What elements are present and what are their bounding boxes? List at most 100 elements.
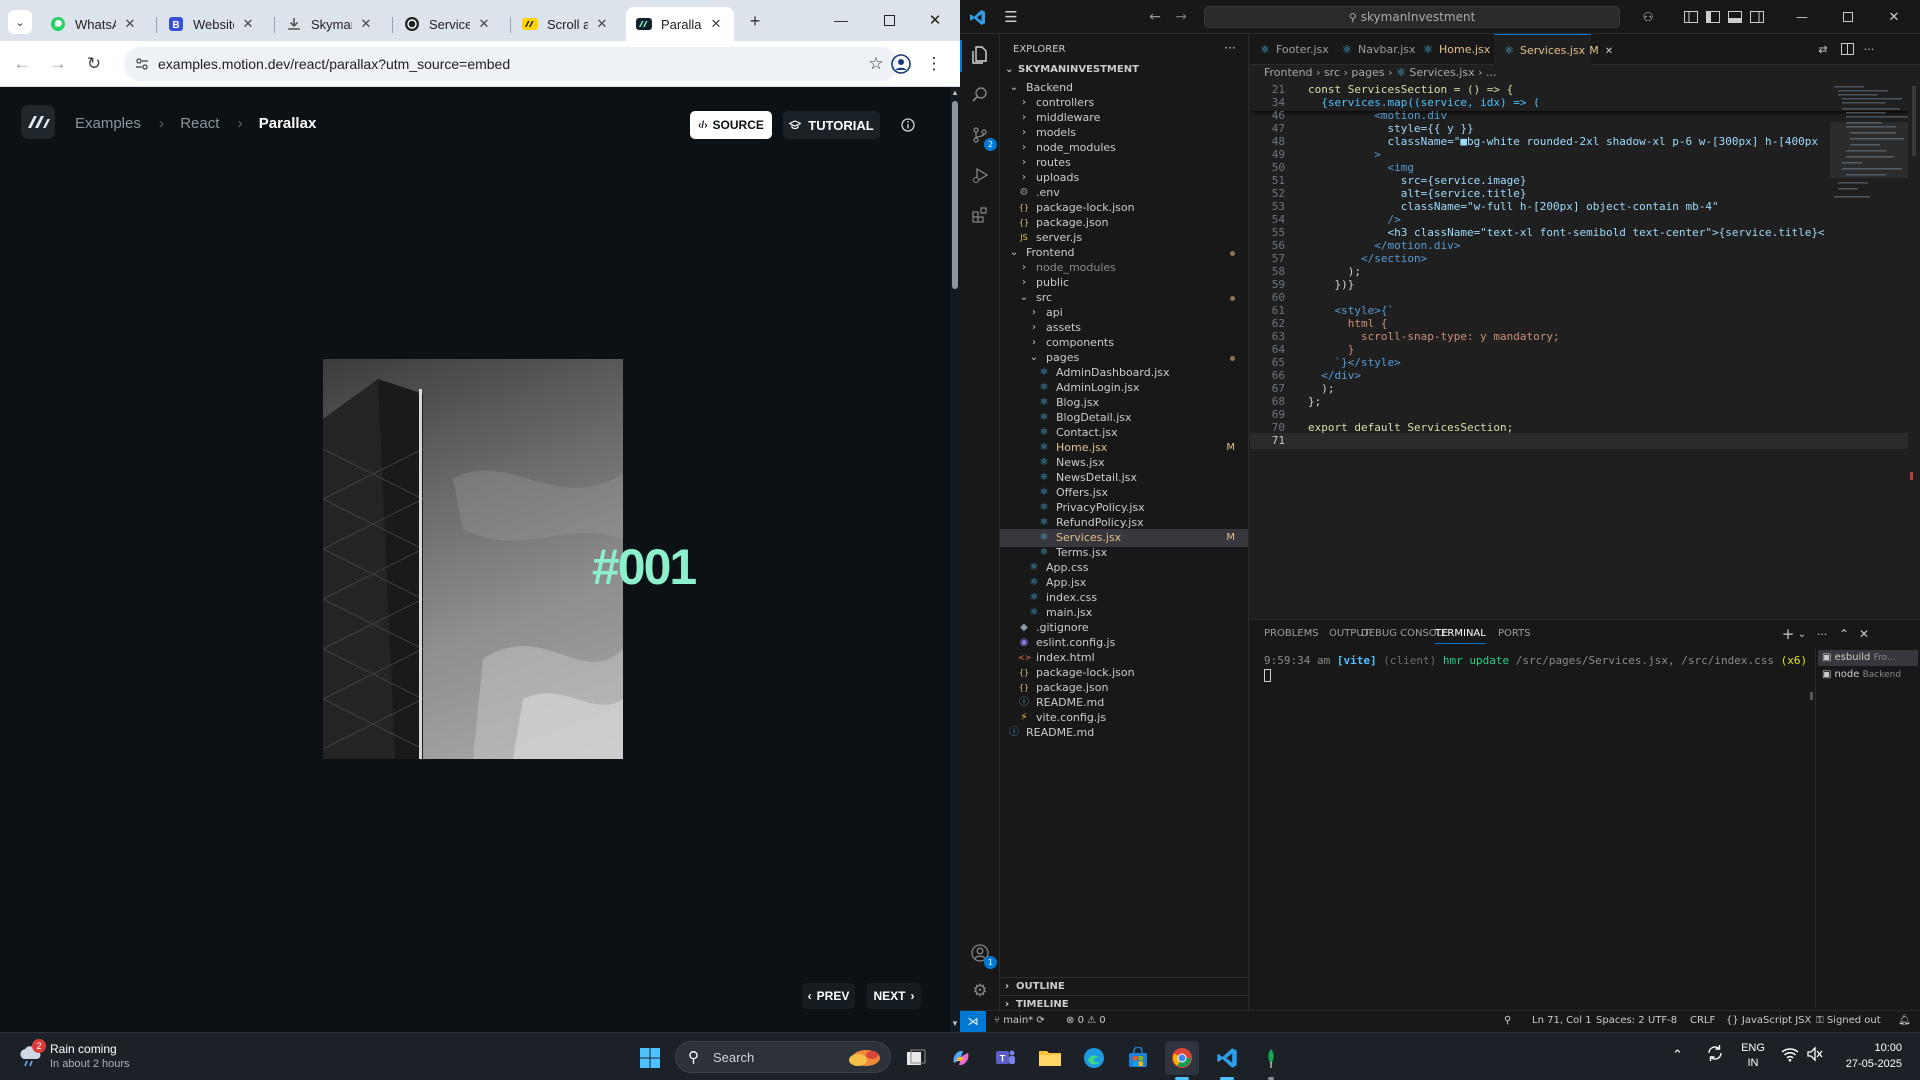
scroll-up-icon[interactable]: ▲ — [951, 89, 959, 97]
forward-arrow-icon[interactable]: → — [46, 52, 70, 76]
split-editor-icon[interactable]: ⇄ — [1814, 41, 1832, 57]
split-editor-right-icon[interactable] — [1838, 41, 1856, 57]
tab-services[interactable]: Services ✕ — [394, 7, 502, 41]
close-tab-icon[interactable]: ✕ — [594, 16, 610, 32]
terminal-scrollbar[interactable] — [1810, 692, 1813, 700]
wifi-icon[interactable] — [1781, 1046, 1799, 1064]
language-mode[interactable]: {} JavaScript JSX — [1726, 1015, 1811, 1026]
terminal-dropdown-icon[interactable]: ⌄ — [1796, 626, 1808, 642]
command-center-search[interactable]: ⚲ skymanInvestment — [1204, 6, 1620, 28]
close-tab-icon[interactable]: ✕ — [122, 16, 138, 32]
copilot-icon[interactable]: ⚇ — [1638, 8, 1658, 26]
weather-widget[interactable]: 2 Rain coming In about 2 hours — [18, 1039, 178, 1075]
more-actions-icon[interactable]: ··· — [1222, 40, 1238, 56]
maximize-icon[interactable] — [874, 8, 904, 32]
crumb-src[interactable]: src — [1324, 66, 1340, 79]
terminal-item-esbuild[interactable]: ▣ esbuild Fro... — [1818, 650, 1918, 666]
editor-tab[interactable]: ⚛ Services.jsx M ✕ — [1494, 34, 1613, 65]
tab-website[interactable]: B Website ✕ — [158, 7, 266, 41]
explorer-files-icon[interactable] — [969, 44, 991, 66]
prev-button[interactable]: ‹ PREV — [802, 983, 855, 1009]
tree-item[interactable]: ⓘ README.md — [1000, 724, 1248, 742]
info-icon[interactable] — [898, 115, 918, 135]
panel-tab[interactable]: PROBLEMS — [1264, 628, 1319, 639]
close-window-icon[interactable]: ✕ — [920, 8, 950, 32]
bookmark-star-icon[interactable]: ☆ — [866, 54, 886, 74]
language-indicator[interactable]: ENG IN — [1738, 1041, 1768, 1071]
toggle-sidebar-icon[interactable] — [1705, 9, 1721, 25]
close-tab-icon[interactable]: ✕ — [476, 16, 492, 32]
copilot-icon[interactable] — [944, 1041, 978, 1075]
profile-avatar-icon[interactable] — [890, 53, 912, 75]
maximize-icon[interactable] — [1836, 8, 1860, 26]
close-tab-icon[interactable]: ✕ — [1605, 46, 1613, 57]
source-button[interactable]: ‹/› SOURCE — [690, 111, 772, 139]
vscode-icon[interactable] — [1210, 1041, 1244, 1075]
breadcrumb-react[interactable]: React — [180, 115, 219, 132]
close-panel-icon[interactable]: ✕ — [1856, 626, 1872, 642]
panel-tab[interactable]: TERMINAL — [1435, 628, 1486, 644]
breadcrumb-examples[interactable]: Examples — [75, 115, 141, 132]
task-view-icon[interactable] — [899, 1041, 933, 1075]
nav-back-icon[interactable]: ← — [1146, 8, 1164, 26]
tab-scroll[interactable]: Scroll ar ✕ — [512, 7, 620, 41]
cursor-position[interactable]: Ln 71, Col 1 — [1532, 1015, 1592, 1026]
scrollbar-thumb[interactable] — [952, 101, 958, 289]
indentation[interactable]: Spaces: 2 — [1596, 1015, 1645, 1026]
scroll-down-icon[interactable]: ▼ — [951, 1020, 959, 1028]
project-header[interactable]: ⌄ SKYMANINVESTMENT — [1000, 61, 1248, 79]
run-debug-icon[interactable] — [969, 164, 991, 186]
site-info-icon[interactable] — [134, 56, 150, 72]
remote-indicator[interactable]: ⋊ — [960, 1011, 986, 1033]
code-view[interactable]: 21 const ServicesSection = () => {34 {ser… — [1250, 82, 1920, 612]
crumb-frontend[interactable]: Frontend — [1264, 66, 1313, 79]
timeline-section[interactable]: › TIMELINE — [1000, 995, 1248, 1010]
next-button[interactable]: NEXT › — [867, 983, 921, 1009]
crumb-pages[interactable]: pages — [1351, 66, 1384, 79]
manage-gear-icon[interactable]: ⚙ — [969, 980, 991, 1002]
hamburger-menu-icon[interactable]: ☰ — [1002, 8, 1020, 26]
clock[interactable]: 10:00 27-05-2025 — [1822, 1040, 1902, 1072]
outline-section[interactable]: › OUTLINE — [1000, 977, 1248, 995]
branch-status[interactable]: ⑂ main* ⟳ — [994, 1015, 1045, 1026]
tab-whatsapp[interactable]: WhatsApp ✕ — [40, 7, 148, 41]
tab-skyman[interactable]: Skyman ✕ — [276, 7, 384, 41]
editor-tab[interactable]: ⚛ Navbar.jsx — [1332, 34, 1416, 65]
zoom-icon[interactable]: ⚲ — [1504, 1015, 1511, 1026]
start-windows-icon[interactable] — [633, 1041, 667, 1075]
close-tab-icon[interactable]: ✕ — [358, 16, 374, 32]
reload-icon[interactable]: ↻ — [82, 52, 106, 76]
taskbar-search-box[interactable]: ⚲ Search — [675, 1041, 891, 1073]
tab-search-button[interactable]: ⌄ — [8, 10, 32, 34]
close-tab-icon[interactable]: ✕ — [240, 16, 256, 32]
editor-tab[interactable]: ⚛ Footer.jsx — [1250, 34, 1332, 65]
toggle-secondary-sidebar-icon[interactable] — [1749, 9, 1765, 25]
motion-logo[interactable] — [21, 105, 55, 139]
editor-more-icon[interactable]: ··· — [1860, 41, 1878, 57]
encoding[interactable]: UTF-8 — [1648, 1015, 1677, 1026]
teams-icon[interactable]: T — [988, 1041, 1022, 1075]
panel-more-icon[interactable]: ··· — [1814, 626, 1830, 642]
close-window-icon[interactable]: ✕ — [1882, 8, 1906, 26]
show-hidden-icons-chevron[interactable]: ⌃ — [1672, 1047, 1683, 1063]
file-explorer-icon[interactable] — [1033, 1041, 1067, 1075]
toggle-panel-icon[interactable] — [1727, 9, 1743, 25]
new-terminal-plus-icon[interactable]: + — [1780, 625, 1796, 643]
terminal-output[interactable]: 9:59:34 am [vite] (client) hmr update /s… — [1264, 654, 1807, 994]
close-tab-icon[interactable]: ✕ — [708, 16, 724, 32]
mongodb-compass-icon[interactable] — [1254, 1041, 1288, 1075]
kebab-menu-icon[interactable]: ⋮ — [926, 53, 943, 75]
new-tab-plus-icon[interactable]: + — [744, 10, 766, 32]
tutorial-button[interactable]: TUTORIAL — [783, 111, 880, 139]
nav-forward-icon[interactable]: → — [1172, 8, 1190, 26]
line-ending[interactable]: CRLF — [1690, 1015, 1715, 1026]
microsoft-store-icon[interactable] — [1121, 1041, 1155, 1075]
customize-layout-icon[interactable] — [1683, 9, 1699, 25]
back-arrow-icon[interactable]: ← — [10, 52, 34, 76]
panel-tab[interactable]: PORTS — [1498, 628, 1531, 639]
minimize-icon[interactable]: — — [826, 8, 856, 32]
editor-scrollbar[interactable] — [1908, 82, 1920, 602]
terminal-item-node[interactable]: ▣ node Backend — [1818, 667, 1918, 683]
problems-status[interactable]: ⊗ 0 ⚠ 0 — [1066, 1015, 1106, 1026]
sync-tray-icon[interactable] — [1706, 1044, 1726, 1064]
